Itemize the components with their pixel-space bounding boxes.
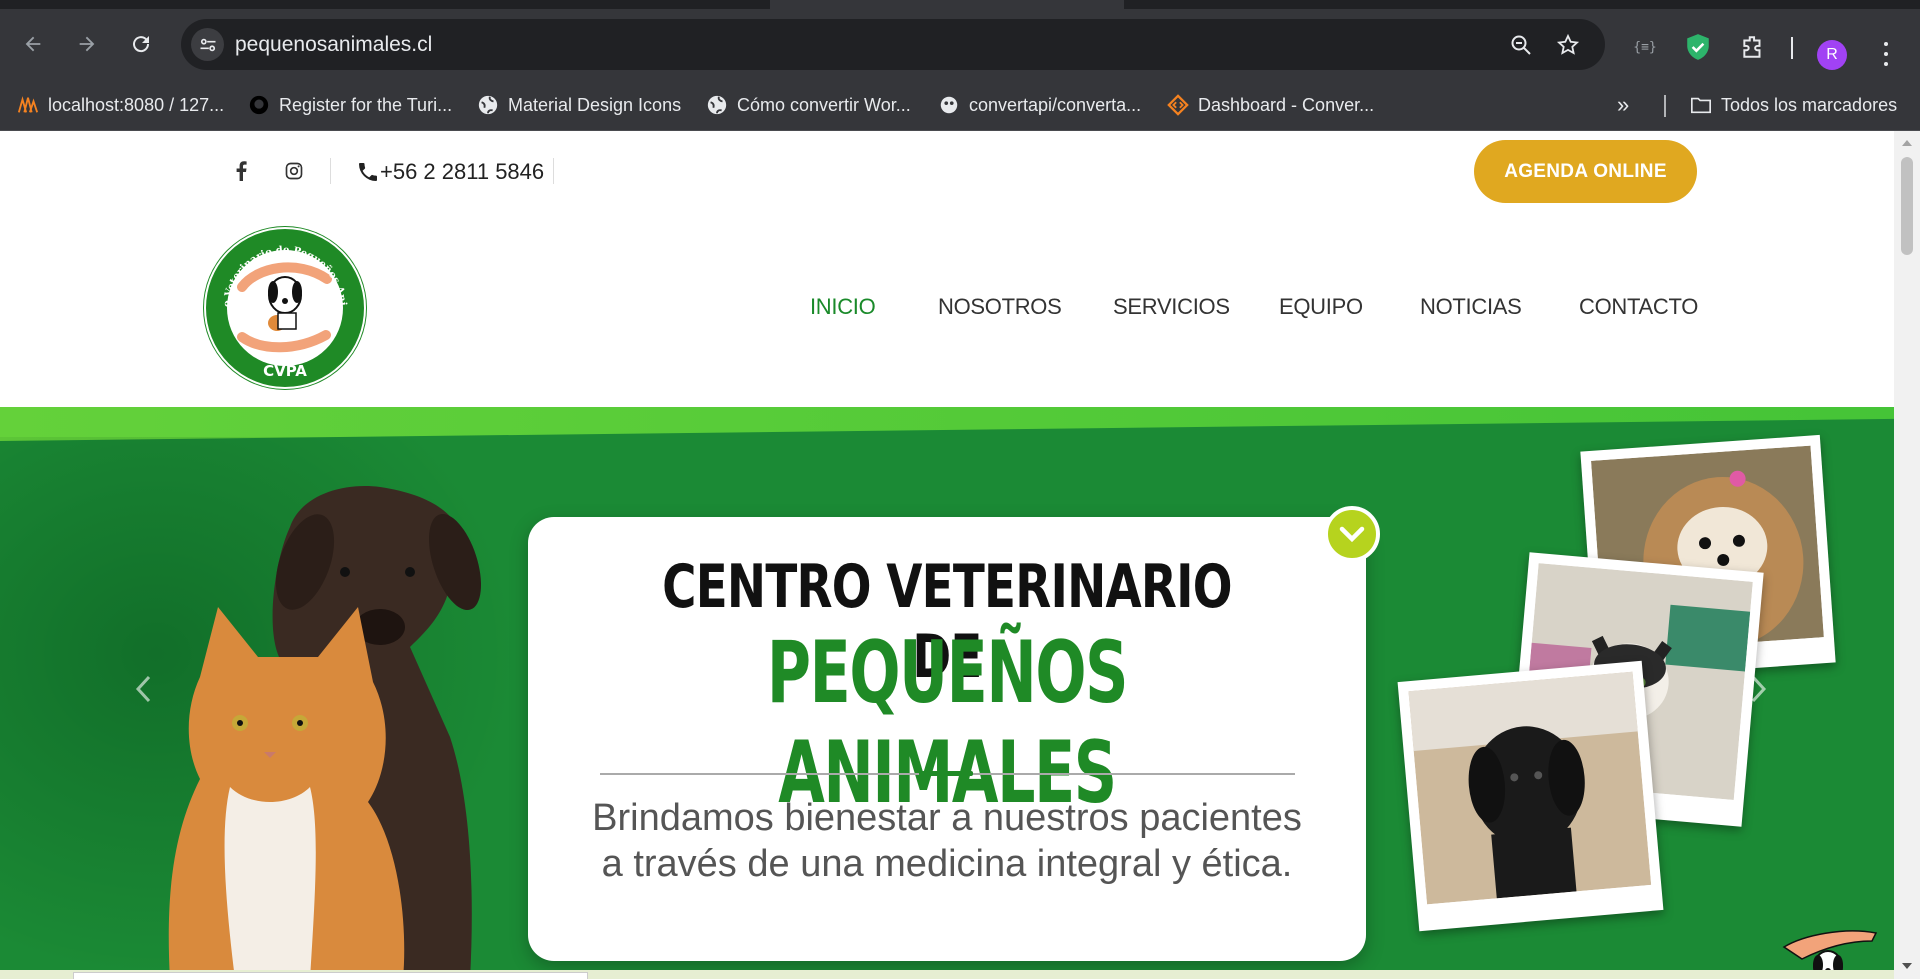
chevron-down-icon[interactable] bbox=[1324, 506, 1380, 562]
scroll-down-arrow[interactable] bbox=[1902, 963, 1912, 969]
bookmark-label: localhost:8080 / 127... bbox=[48, 94, 225, 115]
hero-top-band bbox=[0, 407, 1894, 441]
slider-prev-button[interactable] bbox=[128, 669, 158, 709]
address-bar[interactable]: pequenosanimales.cl bbox=[181, 19, 1605, 70]
svg-text:CVPA: CVPA bbox=[263, 362, 307, 380]
bookmarks-bar: localhost:8080 / 127... Register for the… bbox=[0, 79, 1920, 131]
bookmark-divider bbox=[1664, 95, 1666, 117]
tab-strip bbox=[0, 0, 1920, 9]
bookmark-star-icon[interactable] bbox=[1554, 31, 1582, 59]
bookmark-item[interactable]: localhost:8080 / 127... bbox=[17, 89, 224, 121]
dog-and-cat-image bbox=[168, 486, 482, 979]
bookmark-label: Register for the Turi... bbox=[279, 94, 453, 115]
photo-puppy bbox=[1397, 660, 1664, 932]
agenda-online-button[interactable]: AGENDA ONLINE bbox=[1474, 140, 1697, 203]
globe-icon bbox=[706, 94, 728, 116]
folder-icon bbox=[1690, 94, 1712, 116]
reload-icon bbox=[133, 36, 150, 53]
floating-chat-widget-icon[interactable] bbox=[1780, 907, 1880, 979]
reload-button[interactable] bbox=[124, 27, 158, 61]
back-button[interactable] bbox=[16, 27, 50, 61]
chevron-right-icon bbox=[1751, 675, 1767, 703]
site-info-icon[interactable] bbox=[191, 28, 224, 61]
arrow-left-icon bbox=[25, 36, 41, 52]
slider-next-button[interactable] bbox=[1744, 669, 1774, 709]
phone-number: +56 2 2811 5846 bbox=[380, 159, 545, 184]
menu-icon[interactable] bbox=[1874, 39, 1898, 69]
forward-button[interactable] bbox=[70, 27, 104, 61]
active-tab[interactable] bbox=[770, 0, 1124, 9]
chevron-double-right-icon: » bbox=[1617, 92, 1630, 117]
scroll-thumb[interactable] bbox=[1901, 157, 1913, 255]
nav-noticias[interactable]: NOTICIAS bbox=[1420, 294, 1522, 320]
topbar-divider bbox=[330, 158, 331, 184]
page-scrollbar[interactable] bbox=[1894, 131, 1920, 979]
nav-servicios[interactable]: SERVICIOS bbox=[1113, 294, 1230, 320]
phpmyadmin-icon bbox=[17, 94, 39, 116]
nav-equipo[interactable]: EQUIPO bbox=[1279, 294, 1363, 320]
scroll-up-arrow[interactable] bbox=[1902, 140, 1912, 146]
bookmark-label: Dashboard - Conver... bbox=[1198, 94, 1375, 115]
convertapi-icon bbox=[938, 94, 960, 116]
instagram-icon[interactable] bbox=[282, 159, 306, 183]
puzzle-extensions-icon[interactable] bbox=[1738, 33, 1768, 61]
bookmark-item[interactable]: Material Design Icons bbox=[477, 89, 681, 121]
github-icon bbox=[248, 94, 270, 116]
page-bottom-box bbox=[73, 972, 588, 979]
bookmark-item[interactable]: Register for the Turi... bbox=[248, 89, 452, 121]
nav-contacto[interactable]: CONTACTO bbox=[1579, 294, 1698, 320]
all-bookmarks-label: Todos los marcadores bbox=[1721, 94, 1898, 115]
facebook-icon[interactable] bbox=[229, 159, 253, 183]
profile-avatar[interactable]: R bbox=[1817, 40, 1847, 70]
all-bookmarks-folder[interactable]: Todos los marcadores bbox=[1690, 89, 1897, 121]
hero-slider: CENTRO VETERINARIO DE PEQUEÑOS ANIMALES … bbox=[0, 407, 1894, 979]
bookmark-item[interactable]: Cómo convertir Wor... bbox=[706, 89, 911, 121]
phone-icon bbox=[359, 163, 377, 181]
shield-extension-icon[interactable] bbox=[1683, 33, 1713, 61]
globe-icon bbox=[477, 94, 499, 116]
website: +56 2 2811 5846 AGENDA ONLINE CVPA Centr… bbox=[0, 131, 1894, 979]
more-bookmarks-button[interactable]: » bbox=[1617, 89, 1629, 121]
bookmark-label: Material Design Icons bbox=[508, 94, 682, 115]
json-extension-icon[interactable]: {≡} bbox=[1630, 33, 1660, 61]
page-bottom-strip bbox=[0, 970, 1894, 979]
nav-inicio[interactable]: INICIO bbox=[810, 294, 876, 320]
bookmark-label: convertapi/converta... bbox=[969, 94, 1142, 115]
cvpa-logo[interactable]: CVPA Centro Veterinario de Pequeños Anim… bbox=[197, 217, 368, 391]
url-text[interactable]: pequenosanimales.cl bbox=[235, 33, 432, 57]
convert-icon bbox=[1167, 94, 1189, 116]
bookmark-item[interactable]: convertapi/converta... bbox=[938, 89, 1141, 121]
topbar-divider bbox=[553, 158, 554, 184]
browser-toolbar: pequenosanimales.cl {≡} R bbox=[0, 9, 1920, 79]
bookmark-item[interactable]: Dashboard - Conver... bbox=[1167, 89, 1374, 121]
zoom-icon[interactable] bbox=[1507, 31, 1535, 59]
arrow-right-icon bbox=[79, 36, 95, 52]
bookmark-label: Cómo convertir Wor... bbox=[737, 94, 911, 115]
hero-subtitle: Brindamos bienestar a nuestros pacientes… bbox=[592, 797, 1302, 885]
chevron-left-icon bbox=[135, 675, 151, 703]
phone-link[interactable]: +56 2 2811 5846 bbox=[356, 158, 544, 186]
toolbar-divider bbox=[1791, 37, 1793, 59]
hero-divider-accent bbox=[919, 771, 973, 776]
nav-nosotros[interactable]: NOSOTROS bbox=[938, 294, 1062, 320]
hero-title-line2: PEQUEÑOS ANIMALES bbox=[766, 623, 1129, 823]
